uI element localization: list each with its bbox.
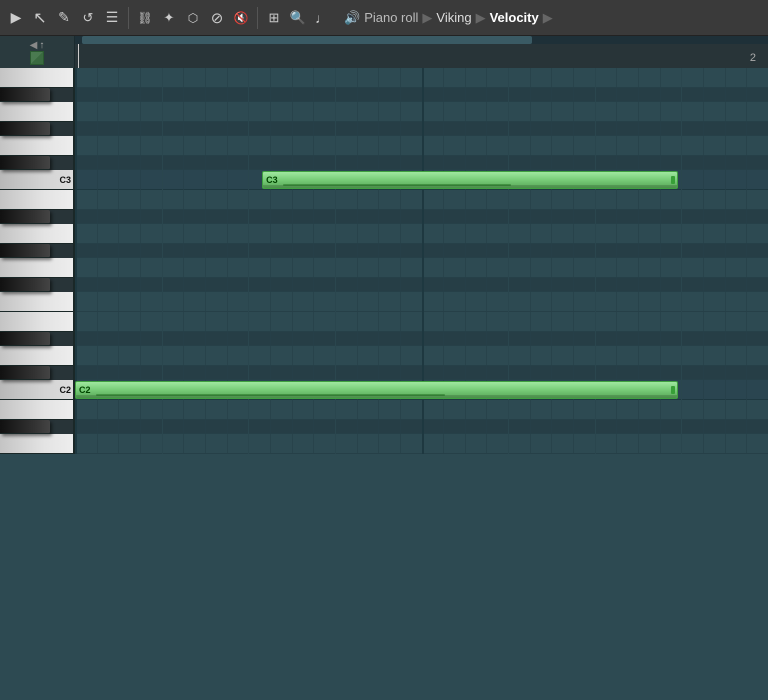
piano-key-c2[interactable]: C2 [0, 380, 75, 400]
ruler[interactable]: 2 [75, 36, 768, 68]
quantize-icon[interactable]: ⊞ [264, 8, 284, 28]
delete-icon[interactable]: ⊘ [207, 8, 227, 28]
top-bar: ◀ ↑ 2 [0, 36, 768, 68]
note-c3[interactable]: C3 [262, 171, 678, 189]
piano-key-db2[interactable] [0, 366, 50, 380]
piano-key-f3[interactable] [0, 68, 75, 88]
piano-key-ab2[interactable] [0, 244, 50, 258]
magnet-icon[interactable]: ✦ [159, 8, 179, 28]
piano-key-g2[interactable] [0, 258, 75, 278]
breadcrumb-instrument[interactable]: Viking [436, 10, 471, 25]
note-c2[interactable]: C2 [75, 381, 678, 399]
piano-key-e3[interactable] [0, 102, 75, 122]
piano-key-a2[interactable] [0, 224, 75, 244]
play-icon[interactable]: ▶ [6, 8, 26, 28]
main-area: C3 C2 C3 C2 [0, 68, 768, 700]
link-icon[interactable]: ⛓ [135, 8, 155, 28]
menu-icon[interactable]: ☰ [102, 8, 122, 28]
piano-key-b2[interactable] [0, 190, 75, 210]
key-label-c2: C2 [59, 385, 71, 395]
note-c3-label: C3 [266, 175, 278, 185]
piano-key-c3[interactable]: C3 [0, 170, 75, 190]
piano-key-bb2[interactable] [0, 210, 50, 224]
ruler-marker-2: 2 [750, 52, 756, 64]
cursor-icon[interactable]: ↖ [30, 8, 50, 28]
piano-keyboard: C3 C2 [0, 68, 75, 454]
speaker-icon: 🔊 [344, 10, 360, 26]
piano-key-d3[interactable] [0, 136, 75, 156]
grid-area[interactable]: C3 C2 [75, 68, 768, 454]
breadcrumb-sep-3: ▶ [543, 10, 553, 26]
piano-key-eb2[interactable] [0, 332, 50, 346]
piano-key-db3[interactable] [0, 156, 50, 170]
key-label-c3: C3 [59, 175, 71, 185]
separator-2 [257, 7, 258, 29]
piano-key-eb3[interactable] [0, 122, 50, 136]
piano-key-a1[interactable] [0, 434, 75, 454]
piano-key-e2[interactable] [0, 312, 75, 332]
loop-icon[interactable]: ↺ [78, 8, 98, 28]
metronome-icon[interactable]: ♩ [312, 8, 332, 28]
breadcrumb-sep-1: ▶ [422, 10, 432, 26]
pencil-icon[interactable]: ✎ [54, 8, 74, 28]
breadcrumb-parameter[interactable]: Velocity [490, 10, 539, 25]
toolbar: ▶ ↖ ✎ ↺ ☰ ⛓ ✦ ⬡ ⊘ 🔇 ⊞ 🔍 ♩ 🔊 Piano roll ▶… [0, 0, 768, 36]
piano-key-f2[interactable] [0, 292, 75, 312]
piano-key-es3[interactable] [0, 88, 50, 102]
piano-key-gb2[interactable] [0, 278, 50, 292]
piano-key-bb1[interactable] [0, 420, 50, 434]
breadcrumb-sep-2: ▶ [476, 10, 486, 26]
note-c2-label: C2 [79, 385, 91, 395]
select-icon[interactable]: ⬡ [183, 8, 203, 28]
piano-roll: ◀ ↑ 2 C3 C2 [0, 36, 768, 700]
piano-key-b1[interactable] [0, 400, 75, 420]
piano-corner: ◀ ↑ [0, 36, 75, 68]
breadcrumb: 🔊 Piano roll ▶ Viking ▶ Velocity ▶ [344, 10, 553, 26]
piano-key-d2[interactable] [0, 346, 75, 366]
mute-icon[interactable]: 🔇 [231, 8, 251, 28]
separator-1 [128, 7, 129, 29]
breadcrumb-piano-roll: Piano roll [364, 10, 418, 25]
zoom-icon[interactable]: 🔍 [288, 8, 308, 28]
